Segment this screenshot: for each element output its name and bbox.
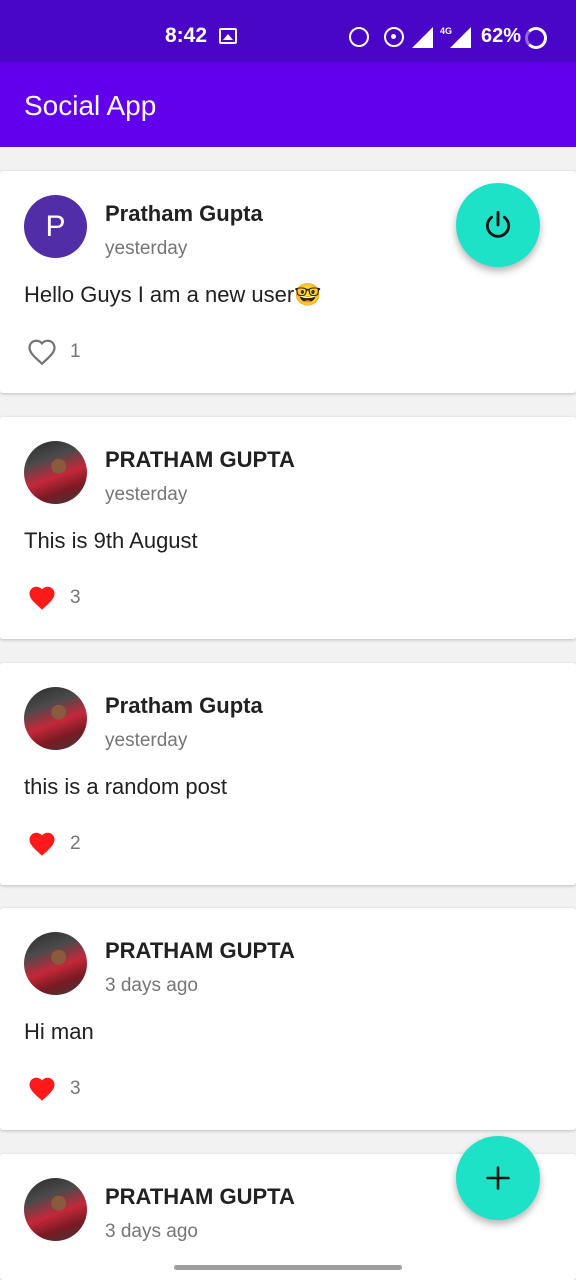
avatar: P [24,195,87,258]
app-title: Social App [24,90,157,121]
status-bar: 8:42 4G 62% [0,0,576,62]
post-author: Pratham Gupta [105,201,263,226]
add-post-button[interactable] [456,1136,540,1220]
logout-button[interactable] [456,183,540,267]
post-time: 3 days ago [105,1221,198,1242]
gallery-notification-icon [219,28,237,44]
post-author: PRATHAM GUPTA [105,938,295,963]
heart-outline-icon[interactable] [26,337,58,367]
post-time: yesterday [105,730,188,751]
post-text: Hi man [24,1019,94,1044]
avatar-letter: P [45,209,66,243]
like-count: 3 [70,1078,81,1099]
avatar [24,932,87,995]
post-text: Hello Guys I am a new user🤓 [24,282,322,307]
post-text: This is 9th August [24,528,198,553]
avatar [24,441,87,504]
hotspot-icon [384,27,404,47]
heart-filled-icon[interactable] [26,829,58,859]
post-card[interactable]: PRATHAM GUPTA yesterday This is 9th Augu… [0,417,576,639]
avatar [24,687,87,750]
gesture-nav-handle[interactable] [174,1265,402,1270]
post-card[interactable]: Pratham Gupta yesterday this is a random… [0,663,576,885]
avatar [24,1178,87,1241]
app-bar: Social App [0,62,576,147]
plus-icon [486,1166,510,1190]
like-count: 1 [70,341,81,362]
post-time: yesterday [105,238,188,259]
post-time: 3 days ago [105,975,198,996]
post-time: yesterday [105,484,188,505]
post-text: this is a random post [24,774,227,799]
post-author: PRATHAM GUPTA [105,1184,295,1209]
alarm-icon [349,27,369,47]
post-author: Pratham Gupta [105,693,263,718]
post-author: PRATHAM GUPTA [105,447,295,472]
heart-filled-icon[interactable] [26,1074,58,1104]
post-card[interactable]: PRATHAM GUPTA 3 days ago Hi man 3 [0,908,576,1130]
power-icon [485,210,511,238]
battery-percentage: 62% [481,25,522,47]
like-count: 3 [70,587,81,608]
like-count: 2 [70,833,81,854]
wifi-signal-icon [412,27,433,48]
heart-filled-icon[interactable] [26,583,58,613]
battery-icon [525,27,547,49]
cell-signal-icon [450,27,471,48]
status-time: 8:42 [165,24,208,47]
